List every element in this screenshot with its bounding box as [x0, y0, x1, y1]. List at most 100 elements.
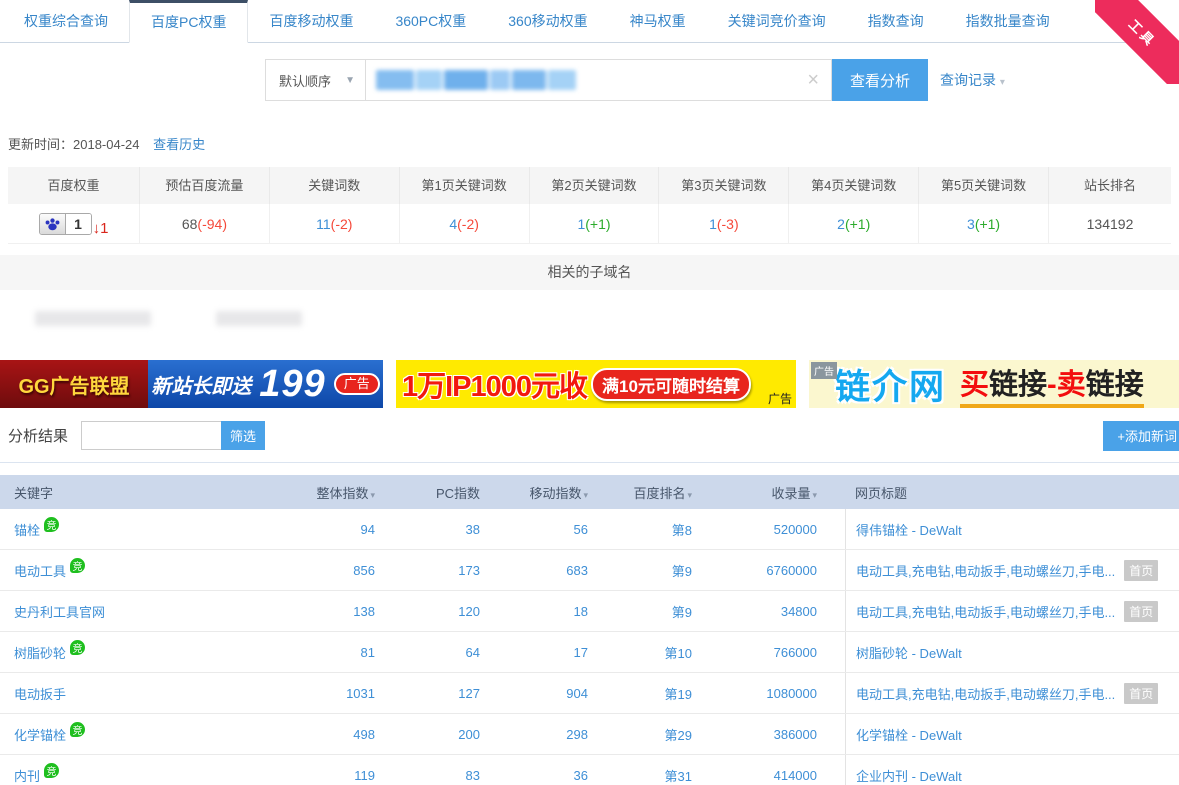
tab-keyword-bidding[interactable]: 关键词竞价查询	[707, 0, 847, 42]
page-title-link[interactable]: 电动工具,充电钻,电动扳手,电动螺丝刀,手电...	[856, 684, 1115, 703]
tab-baidu-pc-weight[interactable]: 百度PC权重	[129, 0, 248, 43]
pc-index-value: 200	[383, 727, 488, 742]
tab-360-pc-weight[interactable]: 360PC权重	[374, 0, 487, 42]
col-overall-index[interactable]: 整体指数▾	[273, 483, 383, 502]
overall-index-value: 81	[273, 645, 383, 660]
analyze-button[interactable]: 查看分析	[832, 59, 928, 101]
col-mobile-index[interactable]: 移动指数▾	[488, 483, 596, 502]
ad-banner-link-market[interactable]: 广告 链介网 买链接-卖链接	[809, 360, 1179, 408]
keyword-table-header: 关键字 整体指数▾ PC指数 移动指数▾ 百度排名▾ 收录量▾ 网页标题	[0, 475, 1179, 509]
stats-header-page1: 第1页关键词数	[400, 167, 530, 204]
indexed-count-value: 414000	[700, 768, 845, 783]
baidu-rank-value: 第9	[596, 602, 700, 621]
keyword-link[interactable]: 内刊	[14, 769, 40, 784]
col-baidu-rank[interactable]: 百度排名▾	[596, 483, 700, 502]
update-time-label: 更新时间：2018-04-24	[8, 137, 140, 152]
col-page-title: 网页标题	[845, 483, 1179, 502]
page5-count-cell: 3(+1)	[919, 204, 1049, 244]
webmaster-rank-cell: 134192	[1049, 204, 1171, 244]
analysis-filter-row: 分析结果 筛选 +添加新词	[8, 420, 1179, 451]
keyword-link[interactable]: 树脂砂轮	[14, 646, 66, 661]
homepage-badge: 首页	[1124, 601, 1158, 622]
baidu-weight-badge[interactable]: 1	[39, 213, 92, 235]
ad3-ad-tag: 广告	[811, 362, 837, 379]
search-bar: 默认顺序 ▼ × 查看分析 查询记录 ▾	[265, 59, 1179, 101]
tab-shenma-weight[interactable]: 神马权重	[609, 0, 707, 42]
page-title-link[interactable]: 化学锚栓 - DeWalt	[856, 725, 962, 744]
stats-header-page5: 第5页关键词数	[919, 167, 1049, 204]
keyword-table-body: 锚栓竞 94 38 56 第8 520000 得伟锚栓 - DeWalt 电动工…	[0, 509, 1179, 785]
page4-count-cell: 2(+1)	[789, 204, 919, 244]
page-title-link[interactable]: 企业内刊 - DeWalt	[856, 766, 962, 785]
keyword-link[interactable]: 化学锚栓	[14, 728, 66, 743]
query-history-link[interactable]: 查询记录 ▾	[940, 70, 1005, 90]
ad3-brand: 链介网	[835, 360, 946, 408]
overall-index-value: 498	[273, 727, 383, 742]
pc-index-value: 120	[383, 604, 488, 619]
sort-order-select[interactable]: 默认顺序 ▼	[265, 59, 365, 101]
overall-index-value: 119	[273, 768, 383, 783]
tab-weight-combined[interactable]: 权重综合查询	[3, 0, 129, 42]
est-traffic-cell: 68(-94)	[140, 204, 270, 244]
view-history-link[interactable]: 查看历史	[153, 137, 205, 152]
ad-banner-gg-union[interactable]: GG广告联盟 新站长即送 199 广告	[0, 360, 383, 408]
tab-baidu-mobile-weight[interactable]: 百度移动权重	[248, 0, 374, 42]
page-title-link[interactable]: 得伟锚栓 - DeWalt	[856, 520, 962, 539]
homepage-badge: 首页	[1124, 560, 1158, 581]
weight-trend-down: ↓1	[93, 220, 109, 237]
overall-index-value: 856	[273, 563, 383, 578]
page2-count-cell: 1(+1)	[530, 204, 660, 244]
add-keyword-button[interactable]: +添加新词	[1103, 421, 1179, 451]
select-caret-icon: ▼	[345, 75, 355, 86]
col-keyword[interactable]: 关键字	[0, 483, 273, 502]
pc-index-value: 127	[383, 686, 488, 701]
update-time-row: 更新时间：2018-04-24 查看历史	[8, 134, 1179, 153]
sort-caret-icon: ▾	[812, 490, 817, 500]
filter-button[interactable]: 筛选	[221, 421, 265, 450]
clear-input-icon[interactable]: ×	[807, 69, 819, 91]
mobile-index-value: 56	[488, 522, 596, 537]
baidu-rank-value: 第19	[596, 684, 700, 703]
table-row: 树脂砂轮竞 81 64 17 第10 766000 树脂砂轮 - DeWalt	[0, 632, 1179, 673]
sort-caret-icon: ▾	[583, 490, 588, 500]
page-title-link[interactable]: 树脂砂轮 - DeWalt	[856, 643, 962, 662]
ad-banner-row: GG广告联盟 新站长即送 199 广告 1万IP1000元收 满10元可随时结算…	[0, 360, 1179, 408]
ad2-pill: 满10元可随时结算	[591, 368, 751, 401]
page-title-link[interactable]: 电动工具,充电钻,电动扳手,电动螺丝刀,手电...	[856, 561, 1115, 580]
weight-stats-table: 百度权重 预估百度流量 关键词数 第1页关键词数 第2页关键词数 第3页关键词数…	[8, 167, 1171, 244]
baidu-rank-value: 第10	[596, 643, 700, 662]
ad1-brand: GG广告联盟	[0, 360, 148, 408]
ad2-ad-tag: 广告	[768, 390, 792, 407]
indexed-count-value: 766000	[700, 645, 845, 660]
subdomain-title: 相关的子域名	[0, 255, 1179, 290]
ad2-headline: 1万IP1000元收	[402, 363, 587, 405]
tab-index-batch-query[interactable]: 指数批量查询	[945, 0, 1071, 42]
tab-index-query[interactable]: 指数查询	[847, 0, 945, 42]
ad1-number: 199	[259, 363, 325, 406]
pc-index-value: 83	[383, 768, 488, 783]
subdomain-section: 相关的子域名	[0, 255, 1179, 347]
indexed-count-value: 6760000	[700, 563, 845, 578]
baidu-paw-icon	[40, 214, 66, 234]
keyword-link[interactable]: 电动工具	[14, 564, 66, 579]
tab-360-mobile-weight[interactable]: 360移动权重	[487, 0, 608, 42]
col-indexed[interactable]: 收录量▾	[700, 483, 845, 502]
filter-input[interactable]	[81, 421, 221, 450]
col-pc-index[interactable]: PC指数	[383, 483, 488, 502]
page-title-link[interactable]: 电动工具,充电钻,电动扳手,电动螺丝刀,手电...	[856, 602, 1115, 621]
sort-caret-icon: ▾	[370, 490, 375, 500]
censored-subdomain-2[interactable]	[216, 311, 302, 326]
pc-index-value: 173	[383, 563, 488, 578]
censored-subdomain-1[interactable]	[35, 311, 151, 326]
ad-banner-ip-buy[interactable]: 1万IP1000元收 满10元可随时结算 广告	[396, 360, 796, 408]
keyword-link[interactable]: 电动扳手	[14, 687, 66, 702]
baidu-weight-cell: 1 ↓1	[8, 204, 140, 244]
corner-ribbon[interactable]: 工具	[1095, 0, 1179, 84]
search-input[interactable]: ×	[365, 59, 832, 101]
keyword-link[interactable]: 史丹利工具官网	[14, 605, 105, 620]
bid-icon: 竞	[44, 763, 59, 778]
table-row: 电动扳手 1031 127 904 第19 1080000 电动工具,充电钻,电…	[0, 673, 1179, 714]
page3-count-cell: 1(-3)	[659, 204, 789, 244]
ad1-ad-tag: 广告	[334, 373, 380, 395]
keyword-link[interactable]: 锚栓	[14, 523, 40, 538]
